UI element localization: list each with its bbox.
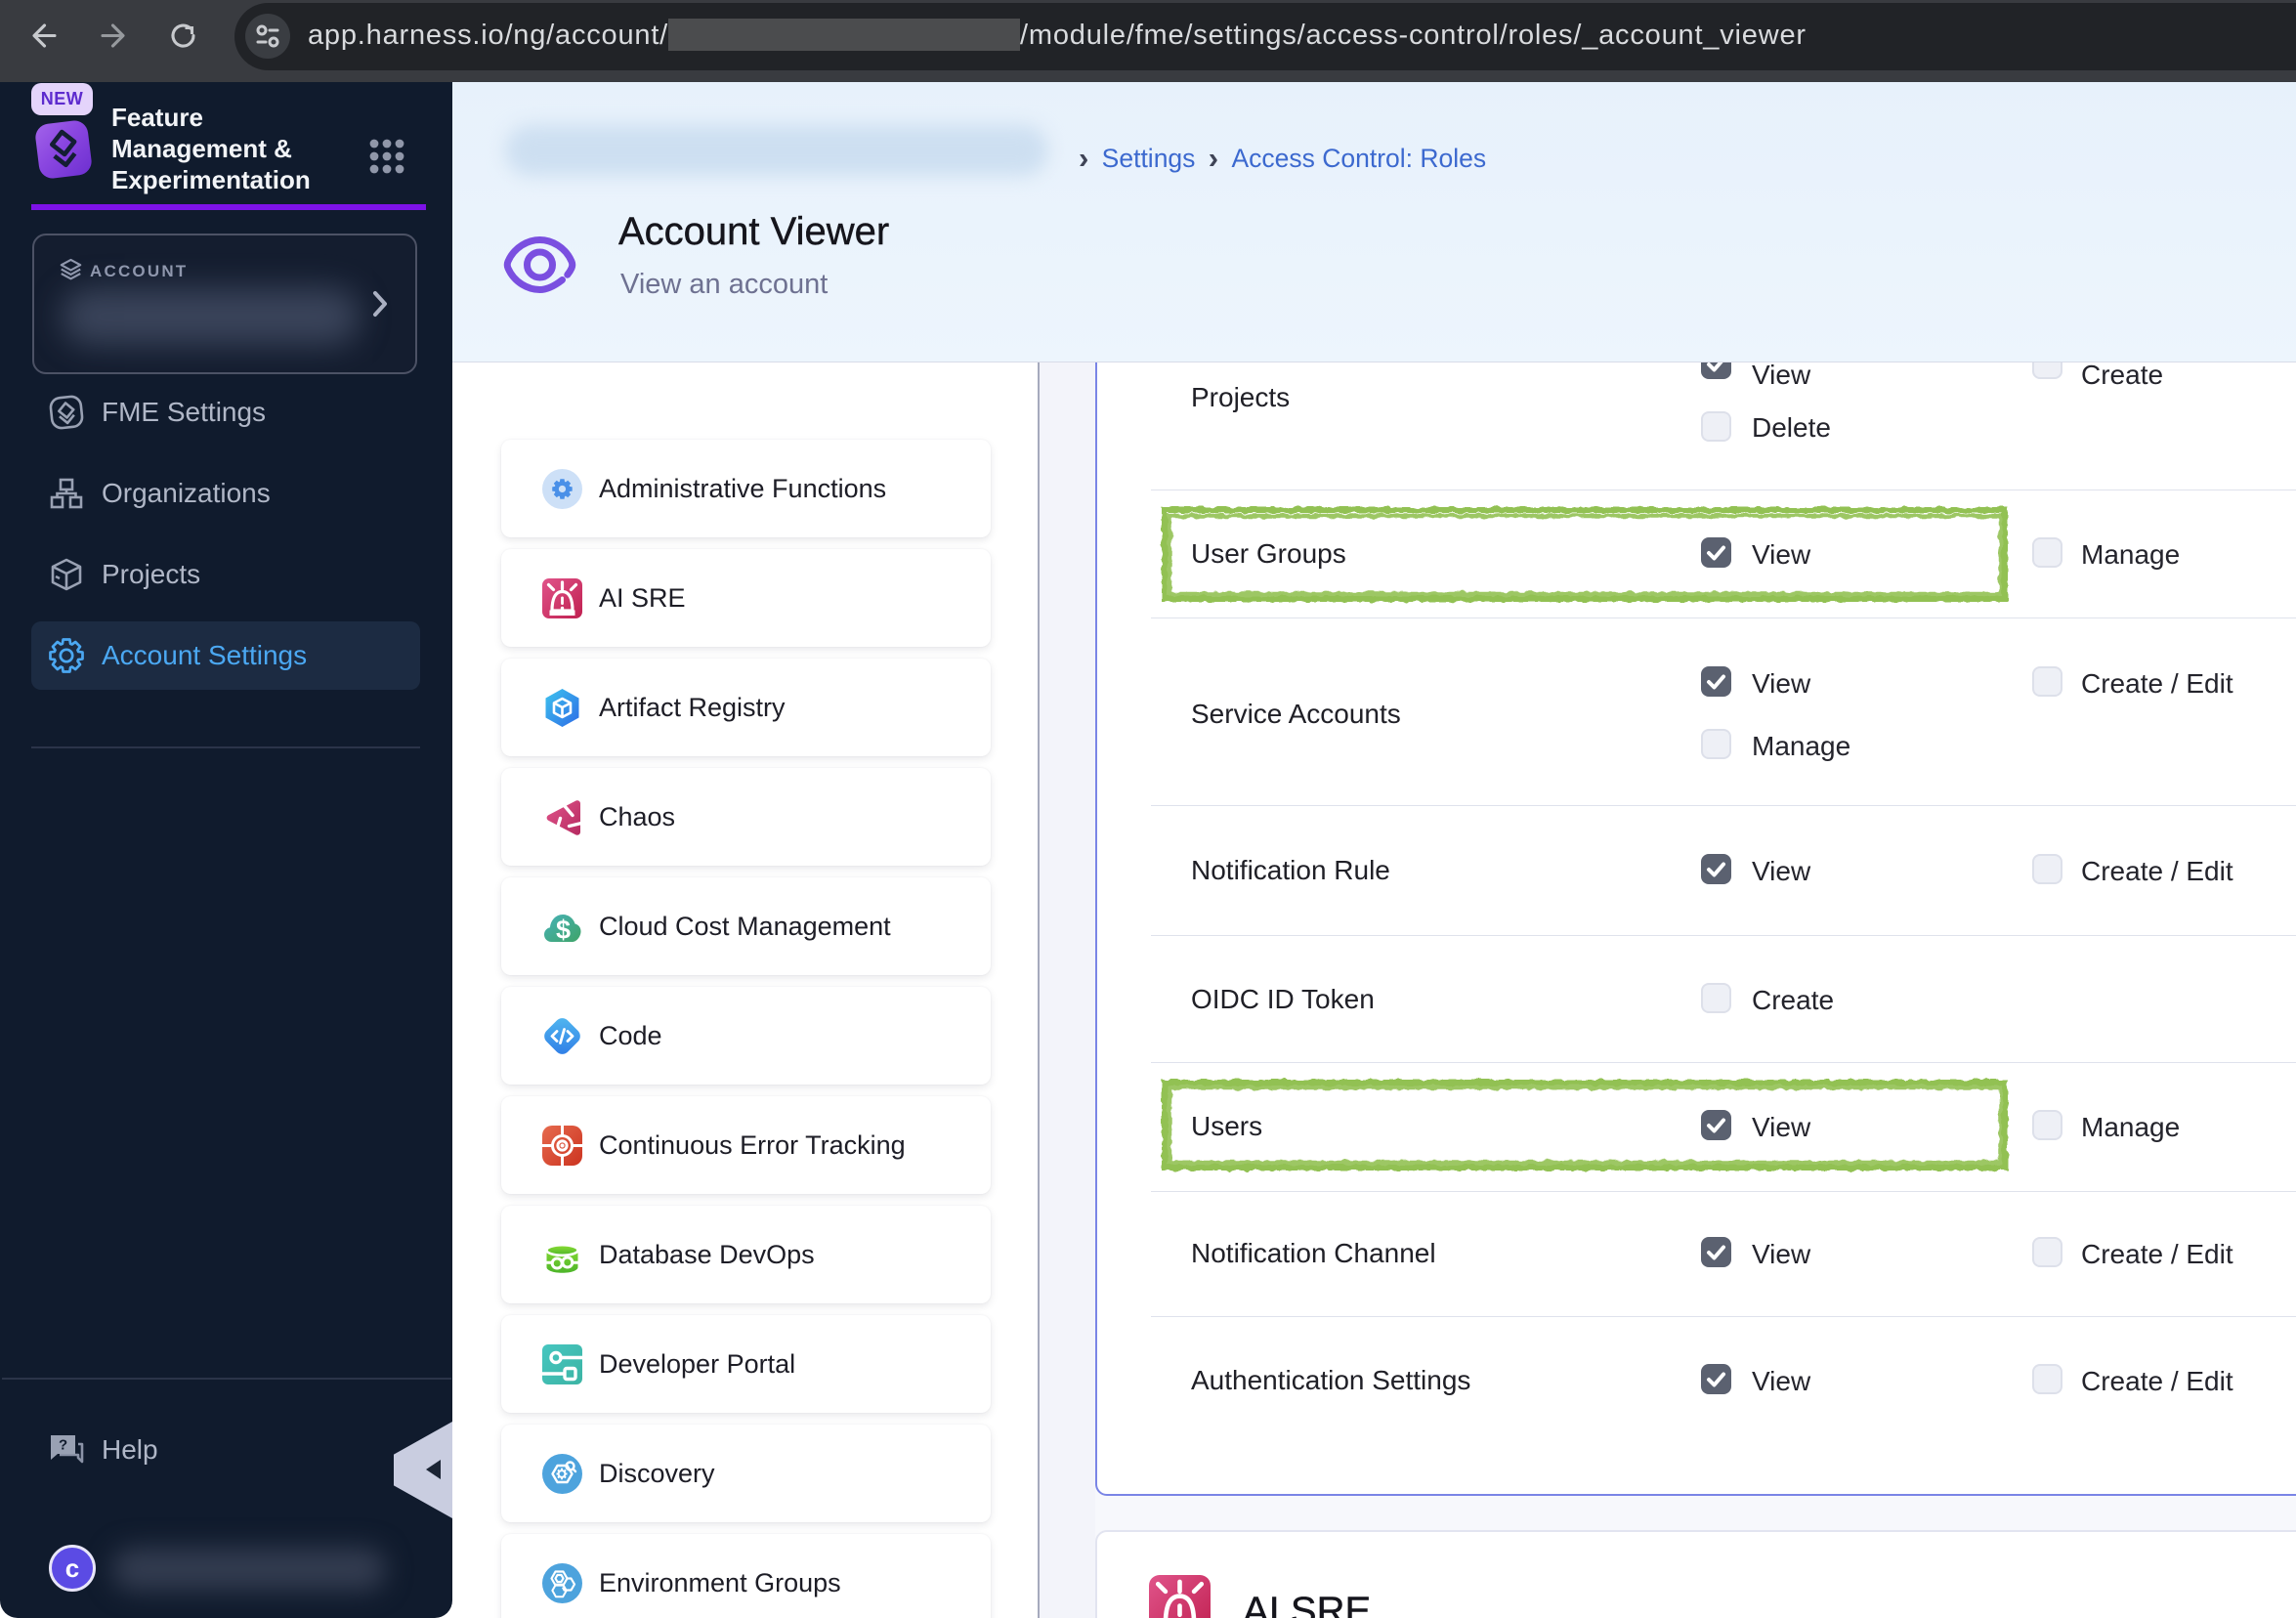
svg-text:$: $ [556, 915, 571, 944]
svg-text:?: ? [59, 1437, 67, 1454]
